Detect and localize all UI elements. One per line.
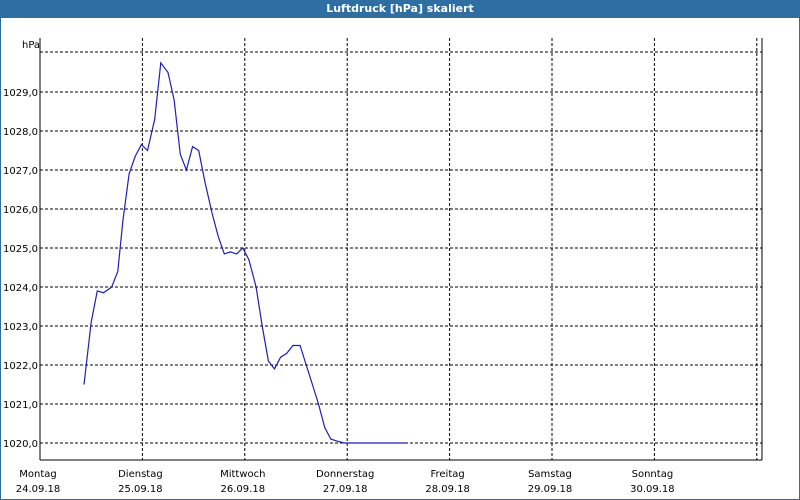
y-tick-label: 1025,0 bbox=[3, 244, 38, 255]
y-tick-label: 1020,0 bbox=[3, 439, 38, 450]
y-tick-label: 1026,0 bbox=[3, 205, 38, 216]
x-tick-day-label: Sonntag bbox=[632, 469, 674, 480]
x-tick-date-label: 26.09.18 bbox=[221, 484, 266, 495]
axes bbox=[39, 38, 763, 461]
y-axis-label: hPa bbox=[22, 40, 40, 51]
x-tick-day-label: Montag bbox=[19, 469, 56, 480]
y-tick-label: 1022,0 bbox=[3, 361, 38, 372]
y-tick-label: 1023,0 bbox=[3, 322, 38, 333]
x-tick-date-label: 27.09.18 bbox=[323, 484, 368, 495]
x-tick-date-label: 28.09.18 bbox=[425, 484, 470, 495]
tick-labels: hPa 1020,0 1021,0 1022,0 1023,0 1024,0 1025,0 1… bbox=[3, 40, 675, 495]
x-tick-day-label: Mittwoch bbox=[220, 469, 265, 480]
grid bbox=[40, 38, 762, 460]
x-tick-date-label: 25.09.18 bbox=[118, 484, 163, 495]
y-tick-label: 1027,0 bbox=[3, 166, 38, 177]
x-tick-date-label: 29.09.18 bbox=[528, 484, 573, 495]
x-tick-day-label: Donnerstag bbox=[316, 469, 374, 480]
y-tick-label: 1021,0 bbox=[3, 400, 38, 411]
y-tick-label: 1028,0 bbox=[3, 127, 38, 138]
x-tick-day-label: Dienstag bbox=[118, 469, 163, 480]
x-tick-day-label: Freitag bbox=[430, 469, 464, 480]
y-tick-label: 1029,0 bbox=[3, 88, 38, 99]
x-tick-day-label: Samstag bbox=[528, 469, 572, 480]
chart-area: hPa 1020,0 1021,0 1022,0 1023,0 1024,0 1025,0 1… bbox=[3, 38, 763, 495]
x-tick-date-label: 30.09.18 bbox=[630, 484, 675, 495]
x-tick-date-label: 24.09.18 bbox=[16, 484, 61, 495]
y-tick-label: 1024,0 bbox=[3, 283, 38, 294]
